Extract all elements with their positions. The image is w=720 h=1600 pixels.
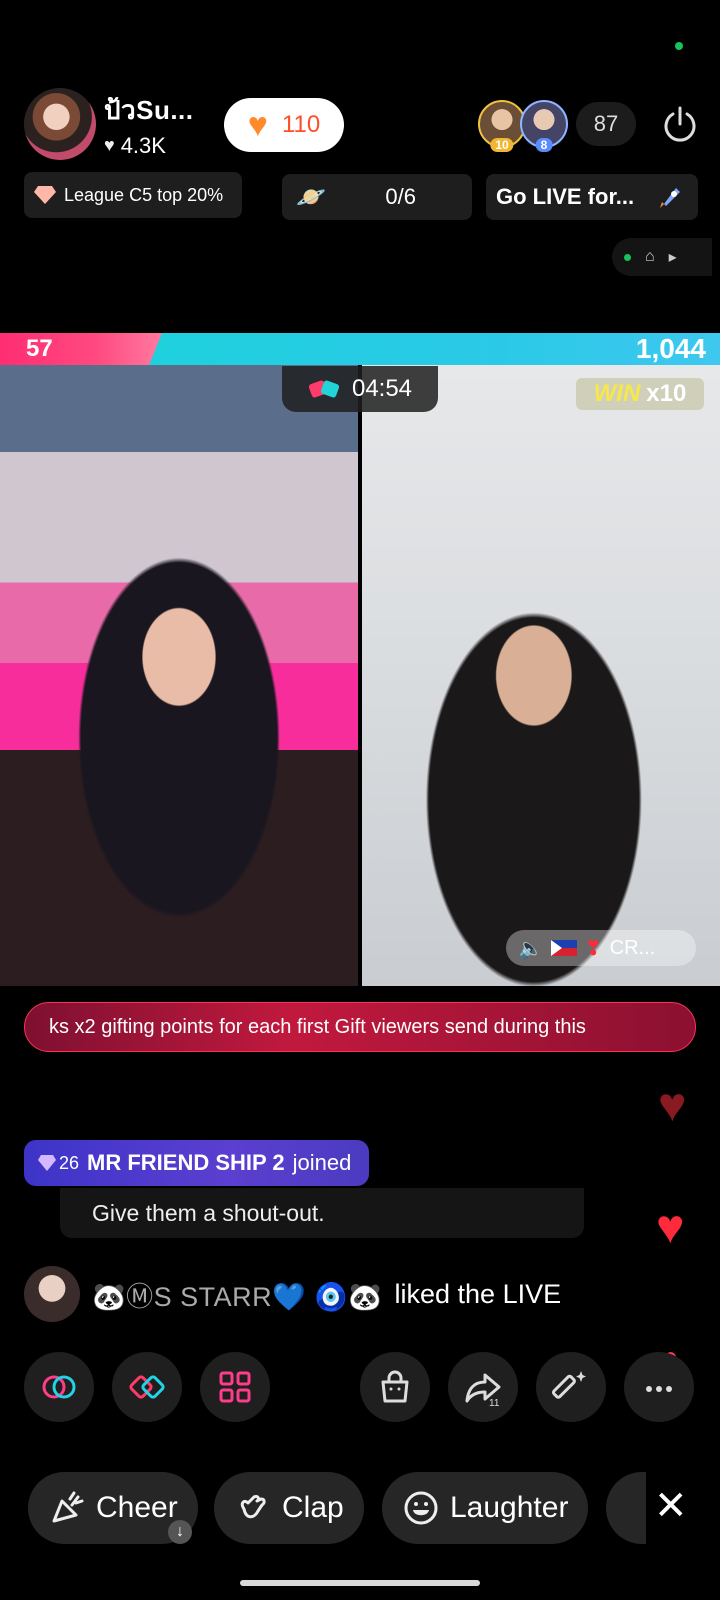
liked-text: liked the LIVE [394,1278,562,1309]
more-reactions-button[interactable] [606,1472,646,1544]
host-avatar[interactable] [24,88,96,160]
ticker-text: ks x2 gifting points for each first Gift… [49,1015,586,1038]
gem-icon [38,1155,56,1171]
grid-icon [219,1371,251,1403]
power-icon[interactable] [660,104,700,144]
planet-icon: 🪐 [296,183,326,211]
announcement-ticker: ks x2 gifting points for each first Gift… [24,1002,696,1052]
battle-button[interactable] [112,1352,182,1422]
host-profile[interactable]: ป้วSu... ♥ 4.3K [24,88,194,160]
host-likes: ♥ 4.3K [104,133,194,159]
host-meta: ป้วSu... ♥ 4.3K [104,90,194,159]
opponent-video[interactable] [362,365,720,986]
heart-icon: ♥ [104,135,115,155]
philippines-flag-icon [550,940,577,956]
clap-icon [240,1495,266,1519]
join-notification[interactable]: 26 MR FRIEND SHIP 2 joined [24,1140,370,1186]
viewer-avatar[interactable]: 10 [478,100,526,152]
shout-out-prompt[interactable]: Give them a shout-out. [60,1188,584,1238]
cheer-label: Cheer [96,1491,178,1524]
more-icon [646,1386,672,1392]
play-icon[interactable]: ▸ [669,247,677,267]
shopping-bag-icon [381,1370,409,1403]
like-button[interactable]: ♥ 110 [224,98,344,152]
more-button[interactable] [624,1352,694,1422]
league-label: League C5 top 20% [64,184,224,205]
speaker-icon[interactable]: 🔈 [518,936,543,961]
clap-label: Clap [282,1491,344,1524]
battle-timer: 04:54 [282,366,438,412]
go-live-promo[interactable]: Go LIVE for... [486,174,698,220]
expand-arrow-icon[interactable]: ↓ [168,1520,192,1544]
close-icon[interactable]: ✕ [654,1486,688,1526]
league-badge[interactable]: League C5 top 20% [24,172,242,218]
link-icon [42,1375,76,1399]
apps-button[interactable] [200,1352,270,1422]
level-value: 26 [59,1152,80,1173]
like-message: 🐼ⓂS STARR💙 🧿🐼 liked the LIVE [24,1266,561,1322]
share-count: 11 [489,1398,500,1407]
viewer-rank-badge: 8 [535,138,553,152]
shop-button[interactable] [360,1352,430,1422]
clap-button[interactable]: Clap [214,1472,364,1544]
status-indicator-dot [675,42,683,50]
right-score: 1,044 [635,333,706,364]
floating-heart-icon: ♥ [658,1079,687,1132]
video-divider [358,365,362,986]
timer-value: 04:54 [351,375,413,402]
host-likes-count: 4.3K [120,132,166,158]
level-badge: 26 [38,1153,79,1174]
join-suffix: joined [292,1150,352,1175]
host-name: ป้วSu... [104,94,194,125]
live-dot-icon [624,253,631,261]
cheer-icon [52,1491,84,1523]
join-username: MR FRIEND SHIP 2 [87,1150,285,1175]
home-indicator[interactable] [240,1580,480,1586]
viewer-count[interactable]: 87 [576,102,636,146]
win-multiplier: x10 [646,380,687,407]
left-score: 57 [0,333,162,365]
top-viewers[interactable]: 10 8 87 [478,100,636,152]
multi-guest-button[interactable] [24,1352,94,1422]
opponent-tag[interactable]: 🔈 ❣ CR... [506,930,696,966]
laughter-button[interactable]: Laughter [382,1472,589,1544]
share-button[interactable]: 11 [448,1352,518,1422]
host-video[interactable] [0,365,358,986]
share-icon: 11 [465,1373,501,1407]
effects-button[interactable] [536,1352,606,1422]
heart-icon: ♥ [247,106,268,144]
live-controls[interactable]: ⌂ ▸ [612,238,712,276]
rocket-icon [660,188,680,208]
battle-icon [129,1375,165,1399]
win-label: WIN [593,380,641,407]
win-streak-badge: WIN x10 [576,378,704,410]
goal-progress: 0/6 [385,184,416,209]
floating-heart-icon: ♥ [656,1201,685,1254]
opponent-name: CR... [609,936,656,959]
home-icon[interactable]: ⌂ [645,248,655,266]
battle-icon [308,380,340,398]
user-avatar[interactable] [24,1266,80,1322]
viewer-avatar[interactable]: 8 [520,100,568,152]
magic-wand-icon [551,1371,586,1399]
liker-username: 🐼ⓂS STARR💙 🧿🐼 [92,1281,383,1312]
laughter-label: Laughter [450,1491,569,1524]
viewer-rank-badge: 10 [490,138,514,152]
go-live-label: Go LIVE for... [496,184,635,209]
like-count: 110 [281,111,321,138]
diamond-icon [34,186,56,204]
left-score-value: 57 [26,335,53,362]
goal-pill[interactable]: 🪐 0/6 [282,174,472,220]
laughter-icon [404,1491,438,1525]
heart-icon: ❣ [584,937,602,960]
